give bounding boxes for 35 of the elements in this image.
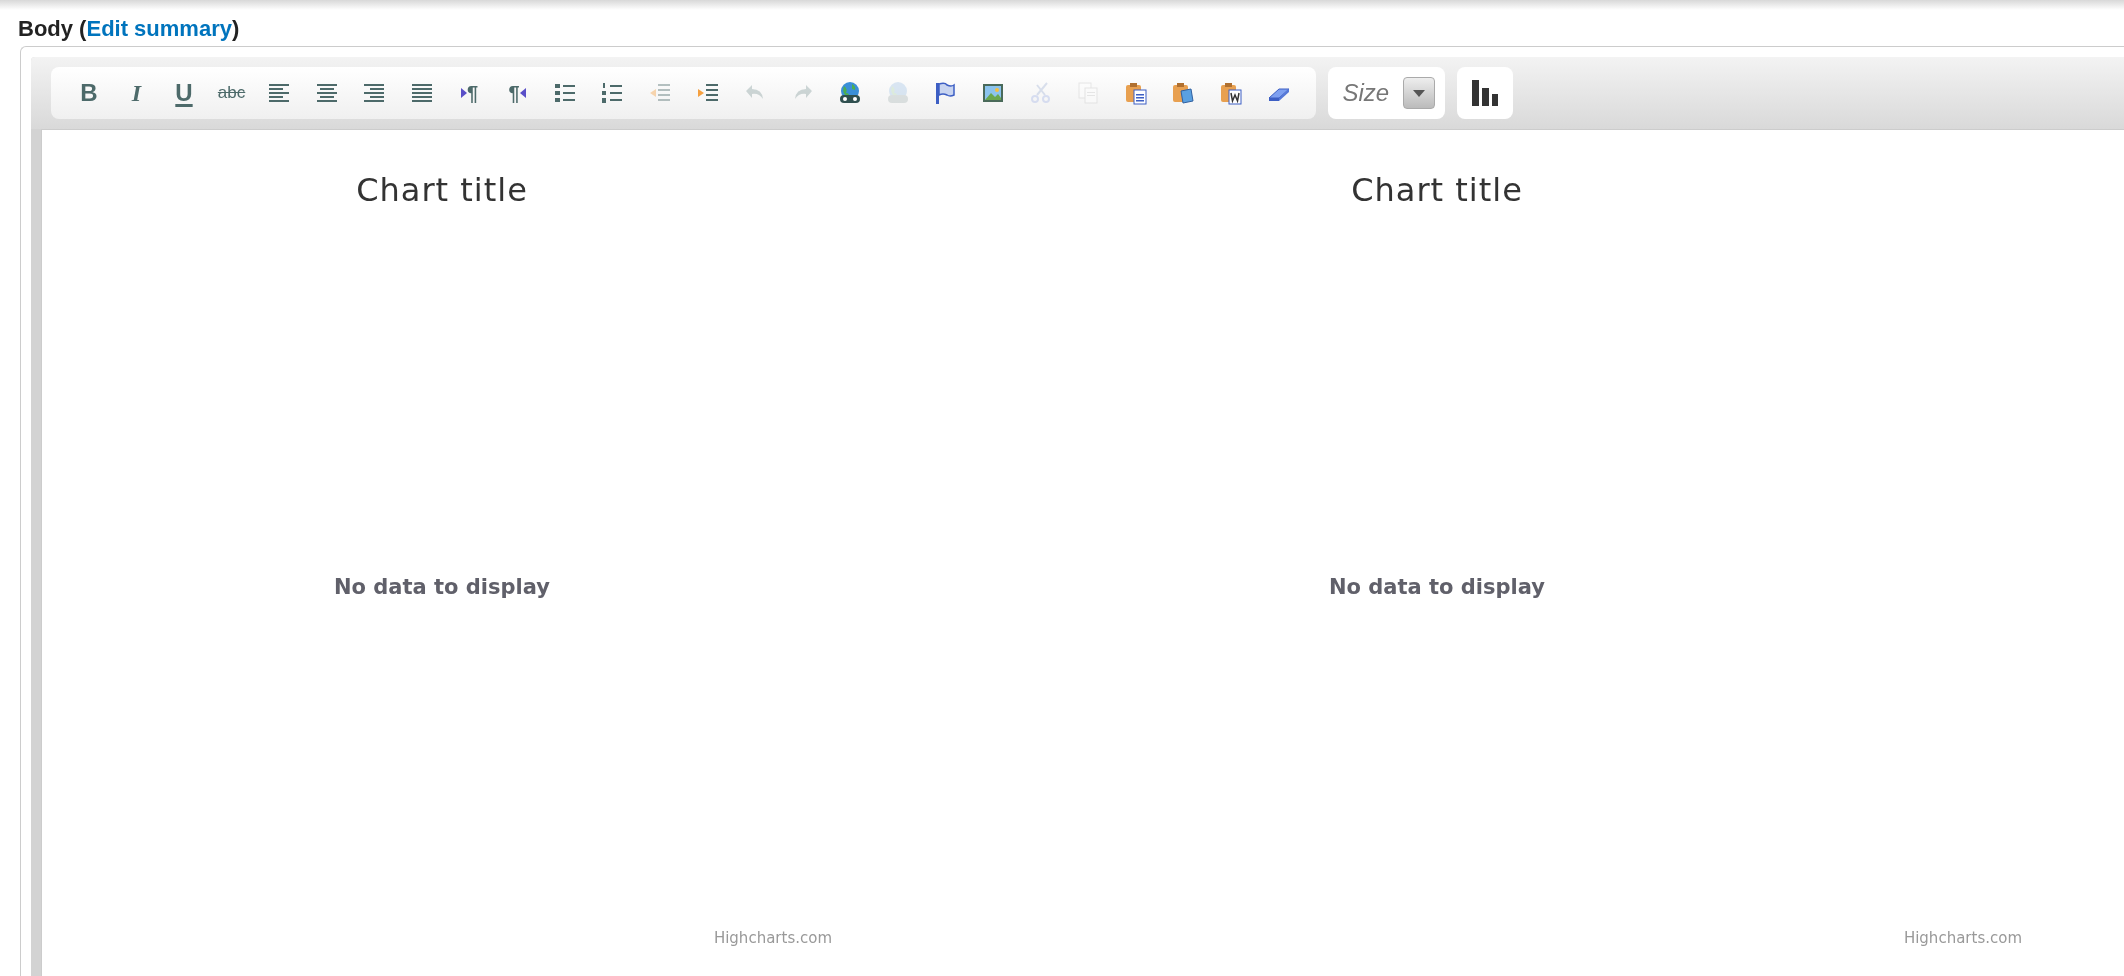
image-icon — [981, 81, 1006, 105]
chart-title: Chart title — [1351, 170, 1523, 211]
arrow-icon — [461, 88, 467, 98]
clipboard-icon — [1219, 81, 1244, 105]
italic-button[interactable]: I — [112, 73, 161, 113]
no-data-message: No data to display — [1329, 574, 1545, 601]
flag-icon — [933, 81, 958, 105]
bar-chart-icon — [1470, 78, 1501, 108]
credits-link[interactable]: Highcharts.com — [1903, 929, 2022, 947]
field-label: Body (Edit summary) — [18, 14, 240, 43]
bold-button[interactable]: B — [65, 73, 113, 113]
chart-button[interactable] — [1457, 67, 1514, 119]
scissors-icon — [1028, 81, 1053, 105]
align-center-icon — [314, 81, 339, 105]
chart-title: Chart title — [356, 170, 528, 211]
align-right-icon — [362, 81, 387, 105]
bulleted-list-icon — [552, 81, 577, 105]
edit-summary-link[interactable]: Edit summary — [86, 15, 232, 41]
globe-unlink-icon — [885, 81, 910, 105]
strike-button[interactable]: abc — [207, 73, 256, 113]
arrow-icon — [519, 88, 526, 98]
dropdown-button[interactable] — [1403, 77, 1436, 109]
clipboard-icon — [1171, 81, 1196, 105]
ltr-button[interactable]: ¶ — [445, 73, 494, 113]
underline-button[interactable]: U — [160, 73, 208, 113]
size-select[interactable]: Size — [1328, 67, 1446, 119]
no-data-message: No data to display — [334, 574, 550, 601]
rtl-button[interactable]: ¶ — [493, 73, 541, 113]
align-left-icon — [267, 81, 292, 105]
credits-link[interactable]: Highcharts.com — [713, 929, 832, 947]
clipboard-icon — [1123, 81, 1148, 105]
justify-icon — [409, 81, 434, 105]
globe-link-icon — [838, 81, 863, 105]
caret-icon — [1413, 89, 1426, 97]
numbered-list-icon — [600, 81, 625, 105]
